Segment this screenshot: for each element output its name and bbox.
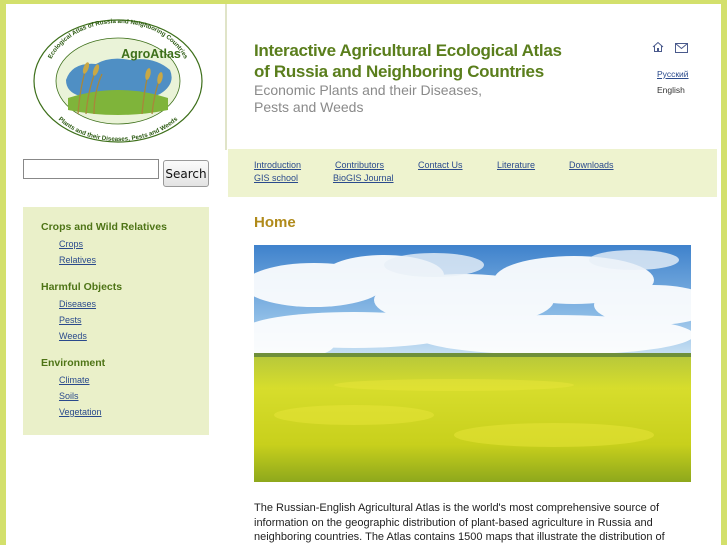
mail-icon[interactable]	[675, 43, 688, 53]
agroatlas-logo[interactable]: AgroAtlas Ecological Atlas of Russia and…	[30, 18, 206, 144]
sidebar-heading-harmful-objects: Harmful Objects	[41, 281, 123, 293]
nav-introduction[interactable]: Introduction	[254, 160, 301, 170]
site-subtitle-line1: Economic Plants and their Diseases,	[254, 82, 482, 98]
intro-line3: neighboring countries. The Atlas contain…	[254, 531, 665, 543]
header-divider	[225, 4, 227, 150]
nav-biogis-journal[interactable]: BioGIS Journal	[333, 173, 394, 183]
site-subtitle: Economic Plants and their Diseases, Pest…	[254, 82, 482, 116]
nav-gis-school[interactable]: GIS school	[254, 173, 298, 183]
logo-brand: AgroAtlas	[121, 47, 181, 61]
sidebar-item-soils[interactable]: Soils	[59, 391, 79, 401]
sidebar: Crops and Wild Relatives Crops Relatives…	[23, 207, 209, 435]
sidebar-item-pests[interactable]: Pests	[59, 315, 82, 325]
home-icon[interactable]	[652, 41, 664, 53]
sidebar-heading-crops: Crops and Wild Relatives	[41, 221, 167, 233]
search-button[interactable]: Search	[163, 160, 209, 187]
site-subtitle-line2: Pests and Weeds	[254, 99, 364, 115]
sidebar-item-diseases[interactable]: Diseases	[59, 299, 96, 309]
language-english-current: English	[657, 85, 685, 95]
top-navbar: Introduction Contributors Contact Us Lit…	[228, 149, 717, 197]
nav-downloads[interactable]: Downloads	[569, 160, 614, 170]
sidebar-item-climate[interactable]: Climate	[59, 375, 90, 385]
sidebar-item-relatives[interactable]: Relatives	[59, 255, 96, 265]
site-title-line2: of Russia and Neighboring Countries	[254, 62, 544, 81]
language-russian-link[interactable]: Русский	[657, 69, 689, 79]
hero-image	[254, 245, 691, 482]
nav-contact-us[interactable]: Contact Us	[418, 160, 463, 170]
intro-line1: The Russian-English Agricultural Atlas i…	[254, 502, 660, 514]
site-title-line1: Interactive Agricultural Ecological Atla…	[254, 41, 562, 60]
nav-contributors[interactable]: Contributors	[335, 160, 384, 170]
sidebar-heading-environment: Environment	[41, 357, 106, 369]
intro-line2: information on the geographic distributi…	[254, 516, 653, 529]
search-input[interactable]	[23, 159, 159, 179]
sidebar-item-weeds[interactable]: Weeds	[59, 331, 87, 341]
nav-literature[interactable]: Literature	[497, 160, 535, 170]
sidebar-item-crops[interactable]: Crops	[59, 239, 83, 249]
site-title: Interactive Agricultural Ecological Atla…	[254, 40, 562, 82]
intro-paragraph: The Russian-English Agricultural Atlas i…	[254, 501, 694, 545]
sidebar-item-vegetation[interactable]: Vegetation	[59, 407, 102, 417]
page-title: Home	[254, 214, 296, 231]
